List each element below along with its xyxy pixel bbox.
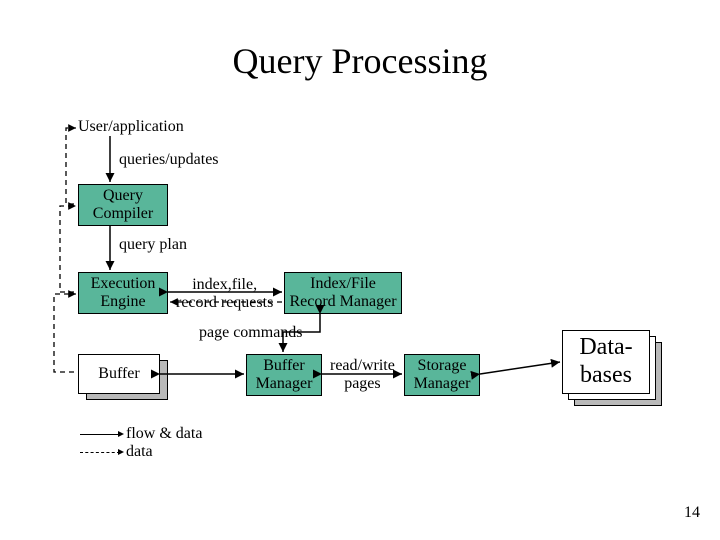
legend-line-dashed bbox=[80, 452, 120, 453]
label-index-file: index,file, record requests bbox=[176, 276, 273, 313]
slide-number: 14 bbox=[684, 504, 700, 522]
box-storage-manager: Storage Manager bbox=[404, 354, 480, 396]
box-buffer: Buffer bbox=[78, 354, 160, 394]
legend-line-solid bbox=[80, 434, 120, 435]
legend-flow-label: flow & data bbox=[126, 425, 202, 443]
label-user-application: User/application bbox=[78, 118, 184, 136]
label-queries-updates: queries/updates bbox=[119, 151, 219, 169]
label-query-plan: query plan bbox=[119, 236, 187, 254]
box-execution-engine: Execution Engine bbox=[78, 272, 168, 314]
label-page-commands: page commands bbox=[199, 324, 303, 342]
slide: Query Processing User/application querie… bbox=[0, 0, 720, 540]
label-read-write-pages: read/write pages bbox=[330, 357, 395, 394]
box-query-compiler: Query Compiler bbox=[78, 184, 168, 226]
legend-data-label: data bbox=[126, 443, 153, 461]
box-record-manager: Index/File Record Manager bbox=[284, 272, 402, 314]
box-databases: Data- bases bbox=[562, 330, 650, 394]
slide-title: Query Processing bbox=[0, 40, 720, 82]
box-buffer-manager: Buffer Manager bbox=[246, 354, 322, 396]
